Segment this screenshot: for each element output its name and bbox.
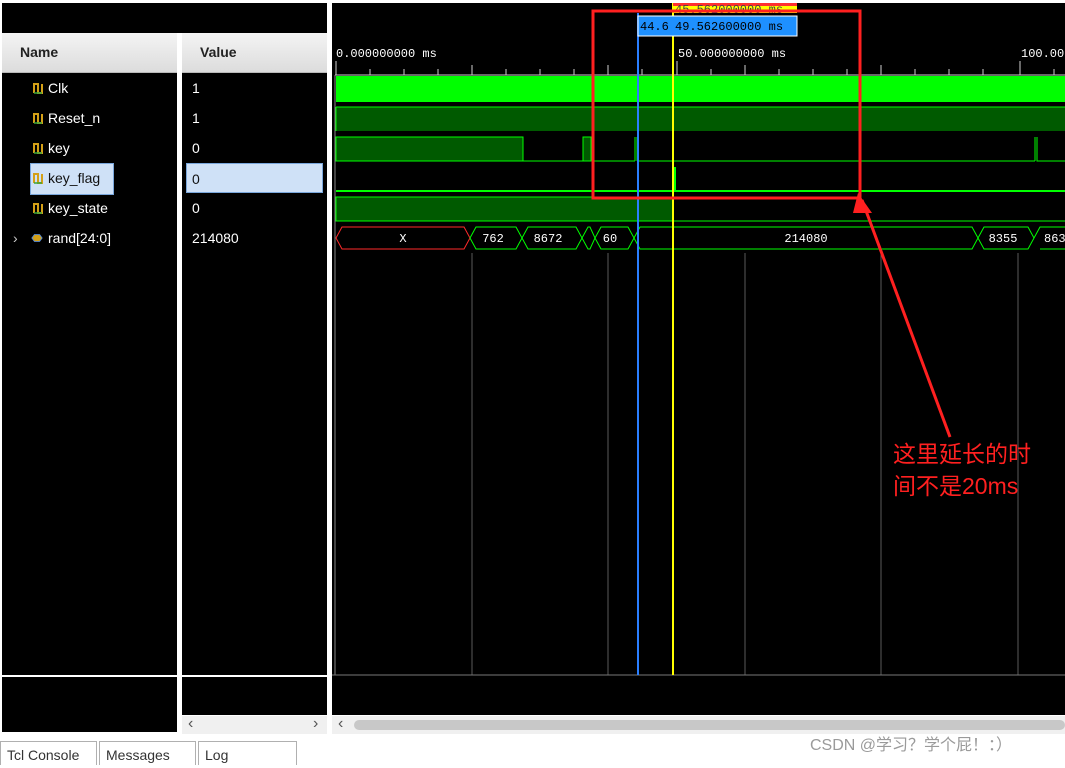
ruler-label-mid: 50.000000000 ms	[678, 47, 786, 61]
value-cell: 1	[192, 110, 200, 126]
value-cell: 0	[192, 140, 200, 156]
waveform-horizontal-scrollbar[interactable]: ‹	[332, 715, 1065, 734]
annotation-text-line2: 间不是20ms	[893, 473, 1019, 499]
signal-row-key-state[interactable]: key_state	[2, 193, 177, 223]
expand-chevron-icon[interactable]: ›	[13, 223, 18, 253]
wave-key-flag[interactable]	[336, 167, 1065, 192]
value-horizontal-scrollbar[interactable]: ‹ ›	[182, 715, 327, 734]
bus-segment	[581, 226, 596, 250]
value-cell: 1	[192, 80, 200, 96]
signal-name: key	[48, 140, 70, 156]
cursor-label-primary: 49.562600000 ms	[675, 20, 783, 34]
value-column-header[interactable]: Value	[182, 33, 327, 73]
signal-row-clk[interactable]: Clk	[2, 73, 177, 103]
signal-name: Reset_n	[48, 110, 101, 126]
signal-row-rand[interactable]: › rand[24:0]	[2, 223, 177, 253]
bus-value: 762	[482, 232, 504, 246]
signal-row-key[interactable]: key	[2, 133, 177, 163]
marker-label: 45.562000000 ms	[675, 3, 783, 17]
bus-value: 8672	[534, 232, 563, 246]
scroll-left-icon[interactable]: ‹	[338, 715, 343, 733]
bus-signal-icon	[31, 234, 43, 242]
name-column-header[interactable]: Name	[2, 33, 177, 73]
wave-key[interactable]	[335, 136, 1065, 162]
tab-log[interactable]: Log	[198, 741, 297, 765]
bus-value: 863	[1044, 232, 1065, 246]
bit-signal-icon	[33, 173, 43, 184]
signal-name: Clk	[48, 80, 69, 96]
bus-value: 60	[603, 232, 617, 246]
bit-signal-icon	[33, 83, 43, 94]
value-cell-selected: 0	[186, 163, 323, 193]
value-panel-bottom	[182, 677, 327, 715]
ruler-label-end: 100.00	[1021, 47, 1064, 61]
scroll-right-icon[interactable]: ›	[313, 715, 318, 733]
signal-name: key_state	[48, 200, 108, 216]
signal-row-key-flag[interactable]: key_flag	[2, 163, 177, 195]
bus-value: 8355	[989, 232, 1018, 246]
wave-clk[interactable]	[336, 76, 1065, 102]
bit-signal-icon	[33, 143, 43, 154]
scroll-left-icon[interactable]: ‹	[188, 715, 193, 733]
signal-name: key_flag	[48, 170, 101, 186]
name-panel: Name Clk Reset_n key key_flag key_state …	[2, 33, 177, 675]
ruler-label-start: 0.000000000 ms	[336, 47, 437, 61]
wave-key-state[interactable]	[335, 196, 1065, 222]
cursor-label-secondary: 44.6	[640, 20, 669, 34]
name-panel-top	[2, 3, 327, 33]
wave-reset-n[interactable]	[335, 106, 1065, 131]
signal-name: rand[24:0]	[48, 230, 112, 246]
bit-signal-icon	[33, 203, 43, 214]
bus-value: 214080	[784, 232, 827, 246]
tab-messages[interactable]: Messages	[99, 741, 196, 765]
value-panel: Value 1 1 0 0 0 214080	[182, 33, 327, 675]
annotation-text-line1: 这里延长的时	[893, 441, 1031, 467]
bit-signal-icon	[33, 113, 43, 124]
signal-row-reset-n[interactable]: Reset_n	[2, 103, 177, 133]
waveform-canvas[interactable]: 0.000000000 ms 50.000000000 ms 100.00 X …	[332, 3, 1065, 715]
name-panel-bottom	[2, 677, 177, 732]
scrollbar-thumb[interactable]	[354, 720, 1065, 730]
tab-tcl-console[interactable]: Tcl Console	[0, 741, 97, 765]
bus-value: X	[399, 232, 406, 246]
wave-rand-bus[interactable]	[335, 226, 1065, 250]
value-cell: 0	[192, 200, 200, 216]
watermark: CSDN @学习？学个屁！：）	[810, 737, 1013, 754]
value-cell: 214080	[192, 230, 239, 246]
time-ruler[interactable]	[335, 61, 1065, 76]
